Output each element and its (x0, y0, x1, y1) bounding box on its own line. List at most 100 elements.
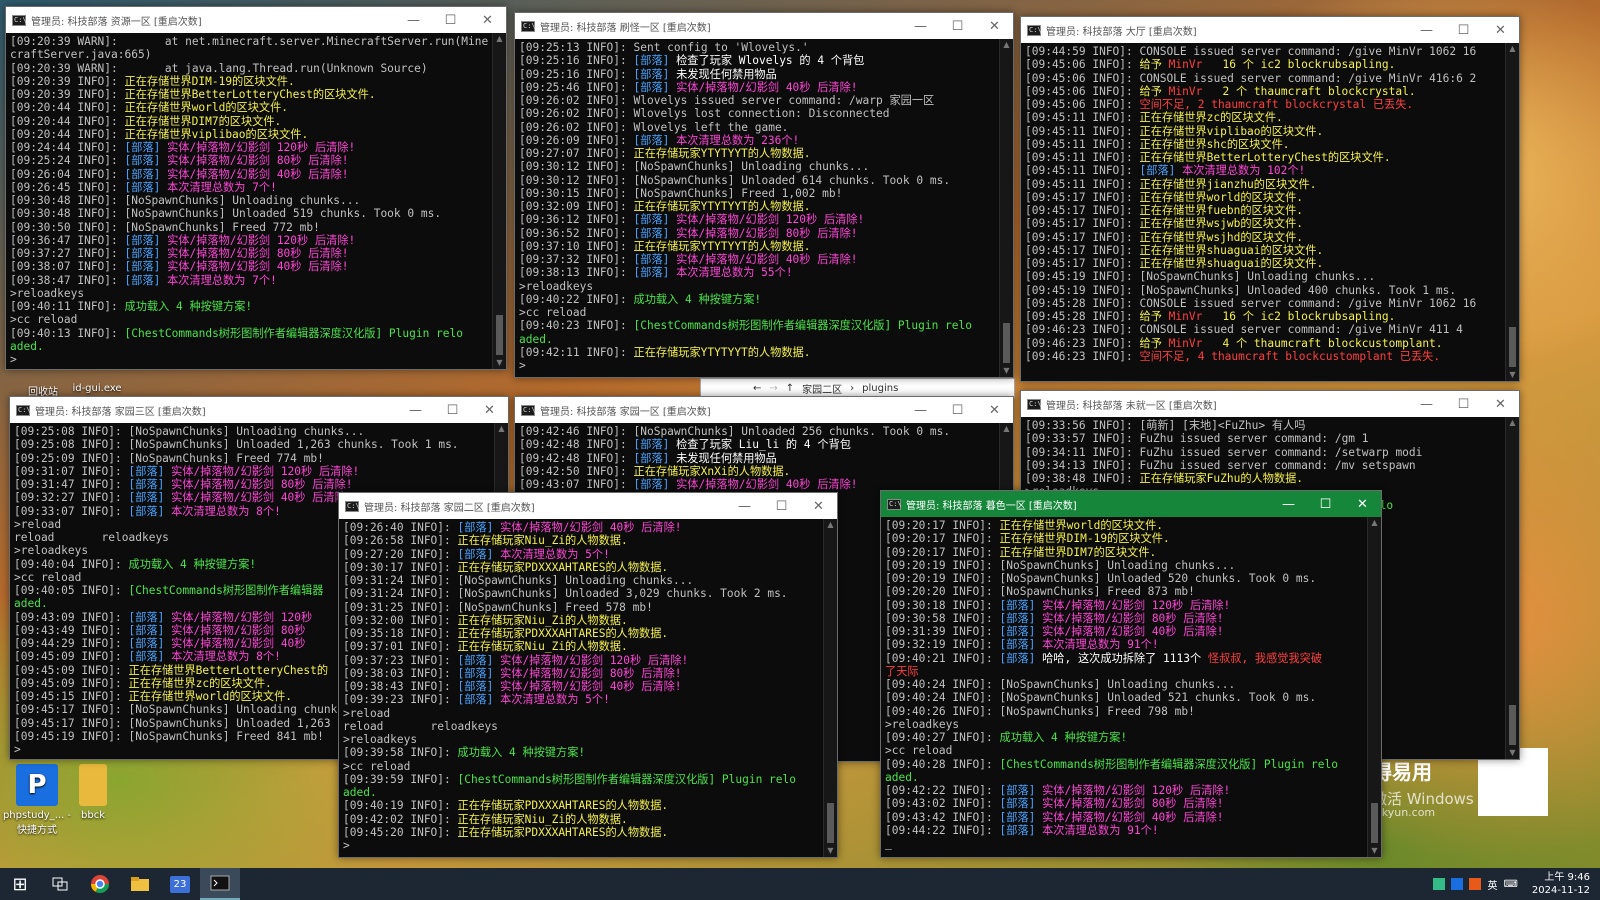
console-window-muse1[interactable]: C:\ 管理员: 科技部落 暮色一区 [重启次数] — ☐ ✕ [09:20:17 INF… (880, 490, 1382, 858)
chrome-icon[interactable] (80, 868, 120, 900)
breadcrumb-folder-2[interactable]: plugins (862, 383, 898, 394)
tray-app-icon[interactable] (1433, 878, 1446, 890)
desktop-icon-bbck[interactable]: bbck (56, 764, 130, 821)
window-titlebar[interactable]: C:\ 管理员: 科技部落 家园三区 [重启次数] — ☐ ✕ (10, 397, 508, 423)
console-text: [09:45:11 INFO]: (1025, 111, 1140, 125)
close-button[interactable]: ✕ (800, 499, 837, 514)
forward-icon[interactable]: → (769, 383, 777, 394)
console-text: [09:20:17 INFO]: (885, 532, 1000, 546)
scroll-up-icon[interactable]: ▲ (1368, 517, 1381, 529)
scrollbar-thumb[interactable] (496, 315, 503, 355)
maximize-button[interactable]: ☐ (434, 403, 471, 418)
scroll-down-icon[interactable]: ▼ (1368, 845, 1381, 857)
keyboard-icon[interactable]: ⌨ (1503, 879, 1517, 890)
scroll-up-icon[interactable]: ▲ (493, 33, 506, 45)
maximize-button[interactable]: ☐ (939, 19, 976, 34)
close-button[interactable]: ✕ (1482, 23, 1519, 38)
close-button[interactable]: ✕ (469, 13, 506, 28)
back-icon[interactable]: ← (753, 383, 761, 394)
minimize-button[interactable]: — (1408, 23, 1445, 38)
console-text: 正在存储世界fuebn的区块文件. (1139, 204, 1303, 217)
console-line: [09:25:46 INFO]: [部落] 实体/掉落物/幻影剑 40秒 后清除… (519, 81, 995, 94)
minimize-button[interactable]: — (395, 13, 432, 28)
console-line: [09:43:02 INFO]: [部落] 实体/掉落物/幻影剑 80秒 后清除… (885, 797, 1363, 810)
console-output[interactable]: [09:20:39 WARN]: at net.minecraft.server… (6, 33, 492, 369)
breadcrumb-folder-1[interactable]: 家园二区 (802, 381, 842, 396)
console-window-dating[interactable]: C:\ 管理员: 科技部落 大厅 [重启次数] — ☐ ✕ [09:44:59 INFO]… (1020, 16, 1520, 382)
minimize-button[interactable]: — (397, 403, 434, 418)
minimize-button[interactable]: — (902, 403, 939, 418)
vertical-scrollbar[interactable]: ▲▼ (999, 39, 1013, 377)
console-window-ziyuan1[interactable]: C:\ 管理员: 科技部落 资源一区 [重启次数] — ☐ ✕ [09:20:39 WAR… (5, 6, 507, 370)
minimize-button[interactable]: — (902, 19, 939, 34)
console-text: 本次清理总数为 5个! (493, 547, 610, 561)
terminal-icon[interactable] (200, 868, 240, 900)
console-line: [09:39:23 INFO]: [部落] 本次清理总数为 5个! (343, 693, 819, 706)
window-titlebar[interactable]: C:\ 管理员: 科技部落 家园一区 [重启次数] — ☐ ✕ (515, 397, 1013, 423)
console-line: [09:26:02 INFO]: Wlovelys left the game. (519, 121, 995, 134)
scroll-down-icon[interactable]: ▼ (1506, 747, 1519, 759)
scroll-down-icon[interactable]: ▼ (1506, 369, 1519, 381)
scrollbar-thumb[interactable] (1371, 803, 1378, 843)
desktop-icon-idgui[interactable]: id-gui.exe (60, 383, 134, 394)
maximize-button[interactable]: ☐ (763, 499, 800, 514)
tray-shield-icon[interactable] (1469, 878, 1482, 890)
scroll-up-icon[interactable]: ▲ (495, 423, 508, 435)
console-window-jiayuan2[interactable]: C:\ 管理员: 科技部落 家园二区 [重启次数] — ☐ ✕ [09:26:40 INF… (338, 492, 838, 858)
scroll-up-icon[interactable]: ▲ (1000, 39, 1013, 51)
console-window-shuaguai1[interactable]: C:\ 管理员: 科技部落 刷怪一区 [重启次数] — ☐ ✕ [09:25:13 INF… (514, 12, 1014, 378)
close-button[interactable]: ✕ (471, 403, 508, 418)
scrollbar-thumb[interactable] (1003, 323, 1010, 363)
scroll-up-icon[interactable]: ▲ (1506, 43, 1519, 55)
file-explorer-icon[interactable] (120, 868, 160, 900)
scroll-up-icon[interactable]: ▲ (1506, 417, 1519, 429)
minimize-button[interactable]: — (1270, 497, 1307, 512)
input-language-indicator[interactable]: 英 (1487, 877, 1497, 892)
scroll-down-icon[interactable]: ▼ (493, 357, 506, 369)
minimize-button[interactable]: — (726, 499, 763, 514)
console-output[interactable]: [09:26:40 INFO]: [部落] 实体/掉落物/幻影剑 40秒 后清除… (339, 519, 823, 857)
close-button[interactable]: ✕ (976, 19, 1013, 34)
scrollbar-thumb[interactable] (1509, 705, 1516, 745)
vertical-scrollbar[interactable]: ▲▼ (492, 33, 506, 369)
minimize-button[interactable]: — (1408, 397, 1445, 412)
close-button[interactable]: ✕ (976, 403, 1013, 418)
console-text: [09:31:25 INFO]: [NoSpawnChunks] Freed 5… (343, 600, 653, 614)
start-button[interactable]: ⊞ (0, 868, 40, 900)
window-titlebar[interactable]: C:\ 管理员: 科技部落 未就一区 [重启次数] — ☐ ✕ (1021, 391, 1519, 417)
system-clock[interactable]: 上午 9:46 2024-11-12 (1532, 871, 1590, 897)
window-titlebar[interactable]: C:\ 管理员: 科技部落 刷怪一区 [重启次数] — ☐ ✕ (515, 13, 1013, 39)
console-output[interactable]: [09:25:13 INFO]: Sent config to 'Wlovely… (515, 39, 999, 377)
scroll-up-icon[interactable]: ▲ (1000, 423, 1013, 435)
vertical-scrollbar[interactable]: ▲▼ (1367, 517, 1381, 857)
scrollbar-thumb[interactable] (1509, 327, 1516, 367)
up-icon[interactable]: ↑ (786, 383, 794, 394)
file-explorer-address-bar[interactable]: ← → ↑ 家园二区 › plugins (700, 378, 1015, 398)
maximize-button[interactable]: ☐ (939, 403, 976, 418)
maximize-button[interactable]: ☐ (1307, 497, 1344, 512)
maximize-button[interactable]: ☐ (432, 13, 469, 28)
vertical-scrollbar[interactable]: ▲▼ (823, 519, 837, 857)
console-text: 正在存储世界zc的区块文件. (1139, 111, 1283, 125)
window-titlebar[interactable]: C:\ 管理员: 科技部落 家园二区 [重启次数] — ☐ ✕ (339, 493, 837, 519)
window-titlebar[interactable]: C:\ 管理员: 科技部落 资源一区 [重启次数] — ☐ ✕ (6, 7, 506, 33)
scrollbar-thumb[interactable] (827, 803, 834, 843)
vertical-scrollbar[interactable]: ▲▼ (1505, 417, 1519, 759)
console-line: [09:20:39 WARN]: at net.minecraft.server… (10, 35, 488, 48)
console-output[interactable]: [09:20:17 INFO]: 正在存储世界world的区块文件. [09:20… (881, 517, 1367, 857)
close-button[interactable]: ✕ (1344, 497, 1381, 512)
maximize-button[interactable]: ☐ (1445, 397, 1482, 412)
scroll-down-icon[interactable]: ▼ (824, 845, 837, 857)
scroll-down-icon[interactable]: ▼ (1000, 365, 1013, 377)
console-text: [09:20:44 INFO]: (10, 114, 125, 128)
close-button[interactable]: ✕ (1482, 397, 1519, 412)
maximize-button[interactable]: ☐ (1445, 23, 1482, 38)
window-titlebar[interactable]: C:\ 管理员: 科技部落 大厅 [重启次数] — ☐ ✕ (1021, 17, 1519, 43)
console-output[interactable]: [09:44:59 INFO]: CONSOLE issued server c… (1021, 43, 1505, 381)
window-titlebar[interactable]: C:\ 管理员: 科技部落 暮色一区 [重启次数] — ☐ ✕ (881, 491, 1381, 517)
scroll-up-icon[interactable]: ▲ (824, 519, 837, 531)
tray-phpstudy-icon[interactable] (1451, 878, 1464, 890)
vertical-scrollbar[interactable]: ▲▼ (1505, 43, 1519, 381)
app-23-icon[interactable]: 23 (160, 868, 200, 900)
task-view-icon[interactable] (40, 868, 80, 900)
